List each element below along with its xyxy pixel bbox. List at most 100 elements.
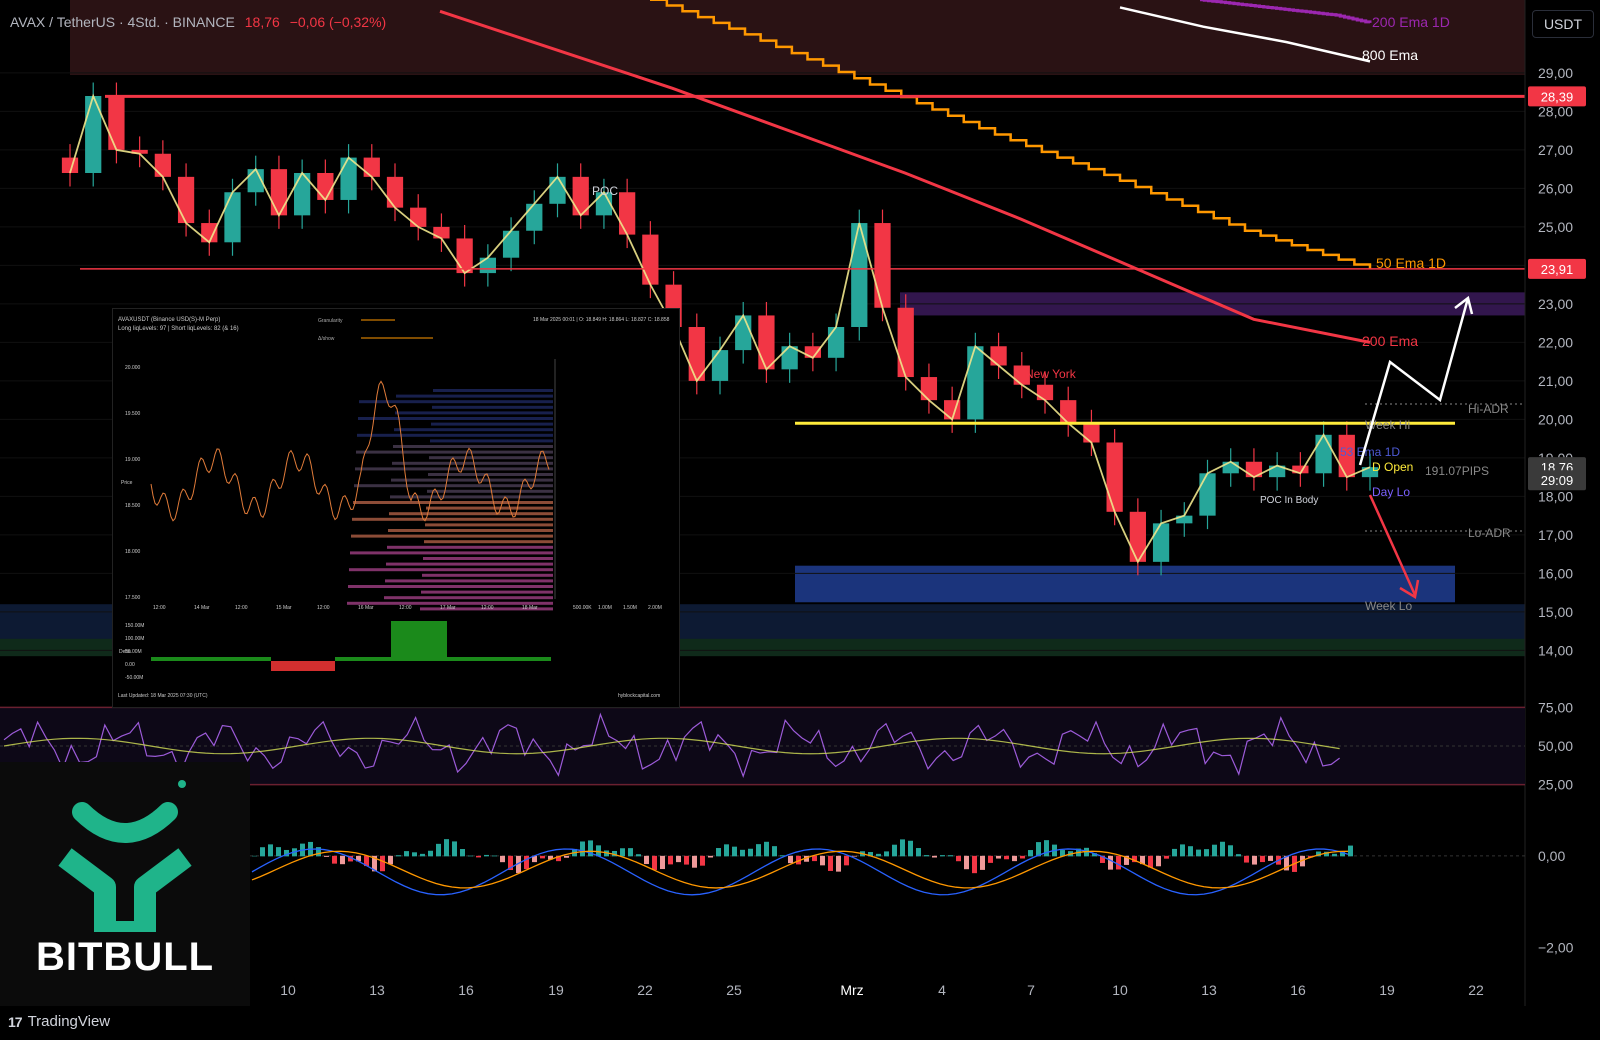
candle-body <box>340 157 357 200</box>
inset-ohlc: 18 Mar 2025 00:01 | O: 18.849 H: 18.864 … <box>533 317 670 323</box>
annotation-label: D Open <box>1372 460 1413 474</box>
annotation-label: 200 Ema 1D <box>1372 14 1450 30</box>
inset-subtitle: Long liqLevels: 97 | Short liqLevels: 82… <box>118 326 239 332</box>
annotation-label: Lo-ADR <box>1468 526 1511 540</box>
inset-delta-bar <box>291 661 295 671</box>
annotation-label: POC <box>592 184 618 198</box>
macd-histogram-bar <box>1196 849 1201 857</box>
inset-delta-bar <box>511 657 515 661</box>
inset-x-tick: 12:00 <box>481 605 494 611</box>
macd-histogram-bar <box>916 848 921 857</box>
inset-liquidity-bar <box>349 568 553 572</box>
macd-histogram-bar <box>420 853 425 857</box>
macd-histogram-bar <box>668 855 673 865</box>
macd-histogram-bar <box>1108 855 1113 870</box>
macd-histogram-bar <box>772 846 777 857</box>
inset-delta-bar <box>359 657 363 661</box>
macd-histogram-bar <box>620 848 625 857</box>
inset-delta-bar <box>499 657 503 661</box>
inset-delta-bar <box>287 661 291 671</box>
inset-liquidity-bar <box>358 417 553 420</box>
inset-delta-bar <box>355 657 359 661</box>
inset-liquidity-bar <box>395 411 553 415</box>
macd-histogram-bar <box>644 855 649 865</box>
price-label-text: 28,39 <box>1541 89 1574 104</box>
tradingview-badge[interactable]: 17 TradingView <box>8 1013 110 1030</box>
inset-delta-bar <box>307 661 311 671</box>
y-tick-label: 25,00 <box>1538 219 1573 235</box>
inset-delta-bar <box>207 657 211 661</box>
macd-histogram-bar <box>396 855 401 857</box>
macd-histogram-bar <box>1332 853 1337 857</box>
candle-body <box>270 169 288 216</box>
inset-delta-tick: 0.00 <box>125 662 135 668</box>
inset-delta-bar <box>195 657 199 661</box>
candle-body <box>526 203 543 231</box>
inset-delta-bar <box>199 657 203 661</box>
inset-liquidity-bar <box>428 473 553 476</box>
macd-histogram-bar <box>724 844 729 857</box>
macd-histogram-bar <box>252 855 257 857</box>
macd-histogram-bar <box>708 855 713 858</box>
inset-delta-tick: 150.00M <box>125 623 144 629</box>
inset-x-tick: 14 Mar <box>194 605 210 611</box>
inset-liquidity-bar <box>388 529 553 532</box>
inset-delta-bar <box>323 661 327 671</box>
inset-liquidity-bar <box>386 562 553 566</box>
macd-histogram-bar <box>1220 841 1225 857</box>
inset-delta-bar <box>315 661 319 671</box>
macd-histogram-bar <box>260 847 265 857</box>
inset-delta-bar <box>299 661 303 671</box>
bitbull-logo-text: BITBULL <box>36 935 215 979</box>
macd-histogram-bar <box>1204 849 1209 857</box>
macd-histogram-bar <box>812 855 817 862</box>
inset-delta-bar <box>399 621 403 661</box>
inset-delta-bar <box>487 657 491 661</box>
inset-delta-bar <box>251 657 255 661</box>
macd-histogram-bar <box>700 855 705 866</box>
inset-y-tick: 19.000 <box>125 457 141 463</box>
candle-body <box>410 207 427 227</box>
inset-delta-bar <box>459 657 463 661</box>
inset-delta-bar <box>379 657 383 661</box>
y-tick-label: 22,00 <box>1538 334 1573 350</box>
macd-histogram-bar <box>468 855 473 857</box>
macd-histogram-bar <box>1188 846 1193 857</box>
inset-delta-bar <box>415 621 419 661</box>
macd-histogram-bar <box>940 855 945 857</box>
inset-delta-bar <box>219 657 223 661</box>
x-tick-label: 19 <box>548 982 564 998</box>
inset-liquidity-bar <box>394 428 553 432</box>
annotation-label: Week Lo <box>1365 599 1412 613</box>
macd-histogram-bar <box>836 855 841 872</box>
inset-delta-bar <box>419 621 423 661</box>
currency-button[interactable]: USDT <box>1532 10 1594 38</box>
inset-delta-tick: 100.00M <box>125 636 144 642</box>
macd-histogram-bar <box>428 850 433 857</box>
macd-histogram-bar <box>652 855 657 870</box>
inset-liquidity-bar <box>390 495 553 499</box>
candle-body <box>1222 461 1239 474</box>
inset-delta-bar <box>491 657 495 661</box>
macd-histogram-bar <box>580 841 585 857</box>
x-tick-label: 13 <box>369 982 385 998</box>
macd-histogram-bar <box>1260 855 1265 863</box>
macd-histogram-bar <box>524 855 529 870</box>
inset-delta-bar <box>263 657 267 661</box>
inset-footer-right: hyblockcapital.com <box>618 693 660 699</box>
symbol-header: AVAX / TetherUS · 4Std. · BINANCE 18,76 … <box>10 14 386 30</box>
candle-body <box>827 327 845 358</box>
inset-delta-bar <box>455 657 459 661</box>
annotation-label: 191.07PIPS <box>1425 464 1489 478</box>
inset-delta-bar <box>427 621 431 661</box>
inset-delta-bar <box>243 657 247 661</box>
macd-histogram-bar <box>412 852 417 857</box>
inset-x-tick: 15 Mar <box>276 605 292 611</box>
inset-svg: AVAXUSDT (Binance USD(S)-M Perp) Long liq… <box>118 317 670 699</box>
inset-liquidity-bar <box>356 450 553 454</box>
inset-liquidity-bar <box>348 585 553 588</box>
inset-delta-bar <box>387 657 391 661</box>
inset-delta-bar <box>547 657 551 661</box>
inset-delta-bar <box>471 657 475 661</box>
candle-body <box>619 192 636 235</box>
